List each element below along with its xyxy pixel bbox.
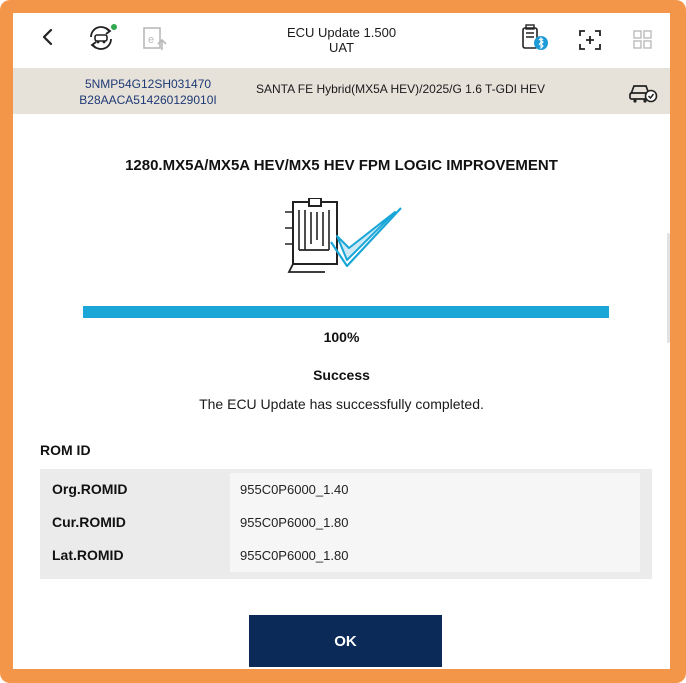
romid-value: 955C0P6000_1.80 xyxy=(240,548,349,563)
vehicle-code-text: B28AACA514260129010I xyxy=(79,93,217,107)
table-row: Cur.ROMID 955C0P6000_1.80 xyxy=(40,506,652,539)
romid-section-title: ROM ID xyxy=(40,442,91,458)
romid-table: Org.ROMID 955C0P6000_1.40 Cur.ROMID 955C… xyxy=(40,469,652,579)
ok-button[interactable]: OK xyxy=(249,615,442,667)
vehicle-check-icon[interactable] xyxy=(628,80,658,109)
progress-percent: 100% xyxy=(323,329,360,345)
romid-value-cell: 955C0P6000_1.40 xyxy=(230,473,640,506)
scrollbar[interactable] xyxy=(667,233,670,343)
app-screen: e ECU Update 1.500 UAT 5NMP54G12SH031470… xyxy=(13,13,670,669)
romid-key: Lat.ROMID xyxy=(52,547,124,563)
page-subtitle: UAT xyxy=(328,40,355,55)
vehicle-ids: 5NMP54G12SH031470 B28AACA514260129010I xyxy=(68,76,228,108)
romid-value: 955C0P6000_1.40 xyxy=(240,482,349,497)
expand-icon[interactable] xyxy=(578,29,602,51)
page-title: ECU Update 1.500 xyxy=(286,25,397,40)
progress-bar xyxy=(83,306,609,318)
status-text: Success xyxy=(313,367,370,383)
table-row: Lat.ROMID 955C0P6000_1.80 xyxy=(40,539,652,572)
device-frame: e ECU Update 1.500 UAT 5NMP54G12SH031470… xyxy=(0,0,686,683)
progress-fill xyxy=(83,306,609,318)
romid-value-cell: 955C0P6000_1.80 xyxy=(230,539,640,572)
header-title-block: ECU Update 1.500 UAT xyxy=(13,25,670,55)
table-row: Org.ROMID 955C0P6000_1.40 xyxy=(40,473,652,506)
romid-key: Org.ROMID xyxy=(52,481,128,497)
vehicle-info-bar: 5NMP54G12SH031470 B28AACA514260129010I S… xyxy=(13,68,670,114)
romid-key: Cur.ROMID xyxy=(52,514,126,530)
ecu-success-icon xyxy=(285,197,405,283)
vci-bluetooth-icon[interactable] xyxy=(519,23,553,53)
top-bar: e ECU Update 1.500 UAT xyxy=(13,13,670,68)
romid-value: 955C0P6000_1.80 xyxy=(240,515,349,530)
romid-value-cell: 955C0P6000_1.80 xyxy=(230,506,640,539)
grid-icon[interactable] xyxy=(633,30,653,50)
status-message: The ECU Update has successfully complete… xyxy=(199,396,484,412)
vin-text: 5NMP54G12SH031470 xyxy=(84,77,212,91)
update-title: 1280.MX5A/MX5A HEV/MX5 HEV FPM LOGIC IMP… xyxy=(125,157,558,174)
vehicle-model: SANTA FE Hybrid(MX5A HEV)/2025/G 1.6 T-G… xyxy=(256,82,545,96)
